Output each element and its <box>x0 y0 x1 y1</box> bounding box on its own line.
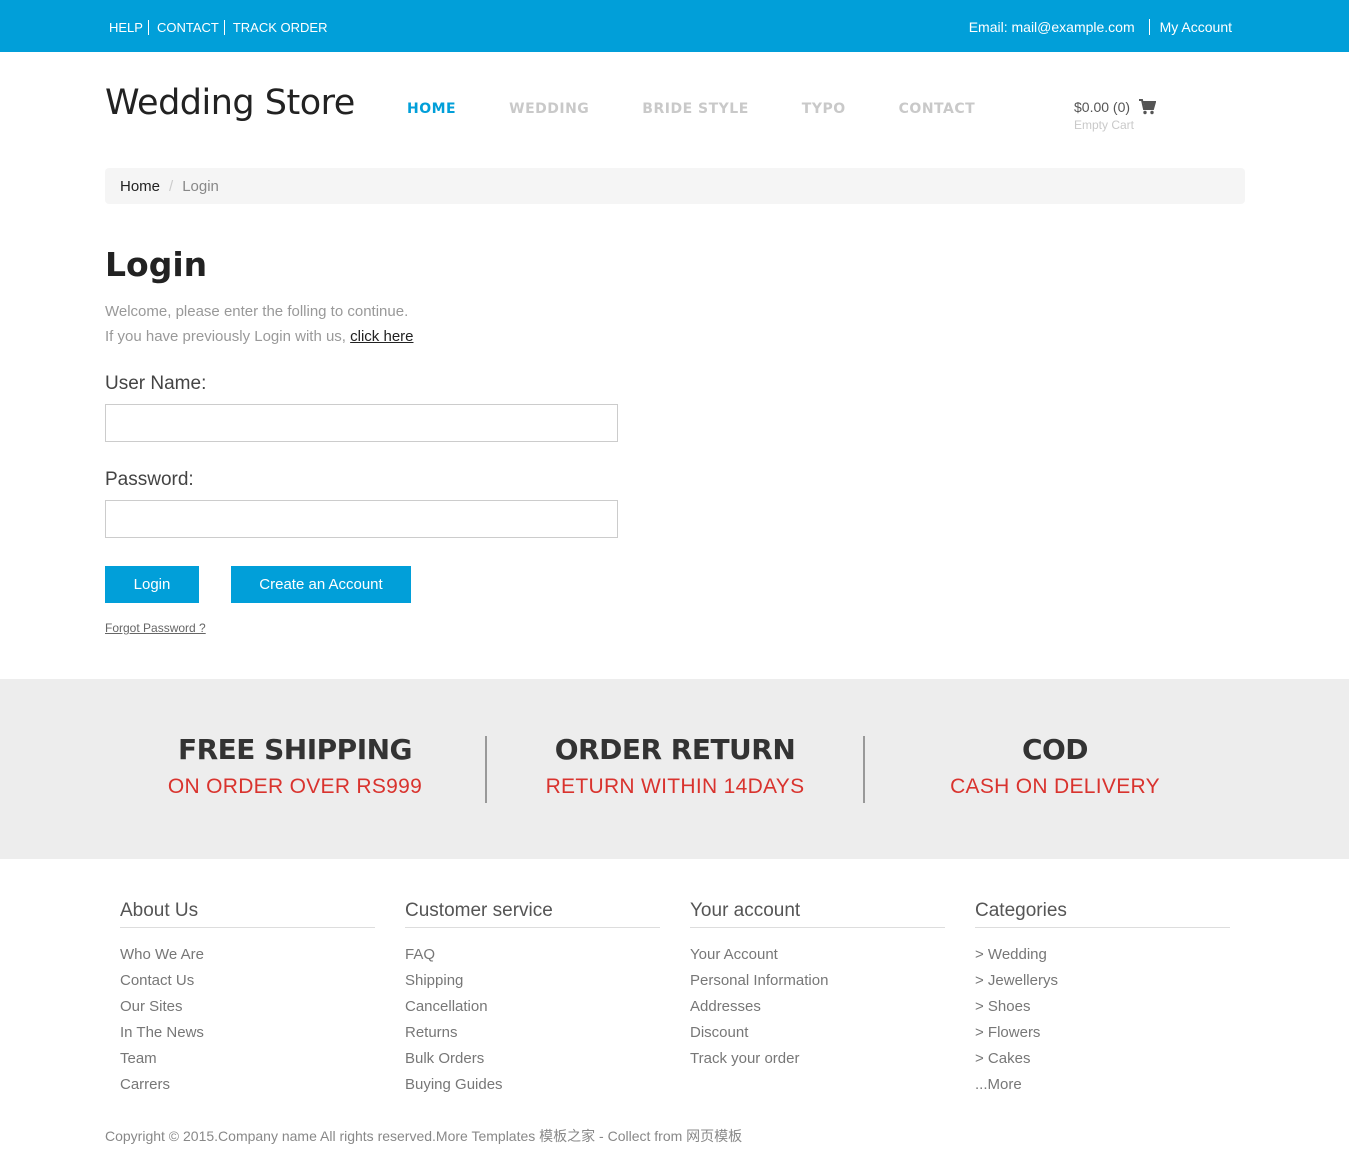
feature-title: FREE SHIPPING <box>177 733 413 766</box>
footer-link[interactable]: Who We Are <box>120 945 375 971</box>
cart-amount: $0.00 (0) <box>1074 99 1131 115</box>
footer-link[interactable]: In The News <box>120 1023 375 1049</box>
footer-link[interactable]: > Jewellerys <box>975 971 1230 997</box>
footer-link[interactable]: Contact Us <box>120 971 375 997</box>
feature-subtitle: ON ORDER OVER RS999 <box>167 775 423 798</box>
footer-about-us: About Us Who We Are Contact Us Our Sites… <box>120 900 375 1101</box>
footer-link[interactable]: Cancellation <box>405 997 660 1023</box>
copyright: Copyright © 2015.Company name All rights… <box>105 1128 743 1144</box>
footer-link[interactable]: > Flowers <box>975 1023 1230 1049</box>
breadcrumb: Home / Login <box>105 168 1245 204</box>
login-button[interactable]: Login <box>105 566 199 603</box>
feature-title: COD <box>1021 733 1089 766</box>
top-bar: HELP CONTACT TRACK ORDER Email: mail@exa… <box>0 0 1349 52</box>
username-field[interactable] <box>105 404 618 442</box>
page-title: Login <box>105 245 208 284</box>
features-band: FREE SHIPPING ON ORDER OVER RS999 ORDER … <box>0 679 1349 859</box>
breadcrumb-home[interactable]: Home <box>120 178 160 195</box>
footer-link[interactable]: Personal Information <box>690 971 945 997</box>
breadcrumb-divider: / <box>169 177 174 195</box>
footer-your-account: Your account Your Account Personal Infor… <box>690 900 945 1075</box>
footer-link[interactable]: FAQ <box>405 945 660 971</box>
my-account-link[interactable]: My Account <box>1160 19 1232 35</box>
footer-link[interactable]: Addresses <box>690 997 945 1023</box>
welcome-line: Welcome, please enter the folling to con… <box>105 303 409 320</box>
footer-link[interactable]: Shipping <box>405 971 660 997</box>
nav-typo[interactable]: TYPO <box>802 101 846 117</box>
cart-status: Empty Cart <box>1074 118 1135 132</box>
breadcrumb-current: Login <box>182 177 219 195</box>
welcome-text: Welcome, please enter the folling to con… <box>105 299 414 349</box>
footer-link[interactable]: Carrers <box>120 1075 375 1101</box>
footer-link[interactable]: Team <box>120 1049 375 1075</box>
top-links: HELP CONTACT TRACK ORDER <box>109 20 327 35</box>
password-field[interactable] <box>105 500 618 538</box>
welcome-line-text: If you have previously Login with us, <box>105 328 346 345</box>
nav-home[interactable]: HOME <box>407 101 456 117</box>
contact-link[interactable]: CONTACT <box>157 20 219 35</box>
top-right-links: Email: mail@example.com My Account <box>969 19 1232 35</box>
feature-free-shipping: FREE SHIPPING ON ORDER OVER RS999 <box>145 733 445 799</box>
nav-contact[interactable]: CONTACT <box>899 101 976 117</box>
divider <box>147 20 149 35</box>
footer-link[interactable]: Your Account <box>690 945 945 971</box>
cart-summary[interactable]: $0.00 (0) Empty Cart <box>1074 99 1157 132</box>
click-here-link[interactable]: click here <box>350 328 413 345</box>
footer-link[interactable]: Returns <box>405 1023 660 1049</box>
welcome-line-2: If you have previously Login with us, cl… <box>105 324 414 349</box>
forgot-password-link[interactable]: Forgot Password ? <box>105 621 206 635</box>
footer-heading: Categories <box>975 900 1230 928</box>
feature-order-return: ORDER RETURN RETURN WITHIN 14DAYS <box>525 733 825 799</box>
divider <box>1148 19 1150 35</box>
footer-link[interactable]: > Shoes <box>975 997 1230 1023</box>
feature-subtitle: CASH ON DELIVERY <box>950 775 1160 798</box>
create-account-button[interactable]: Create an Account <box>231 566 411 603</box>
feature-title: ORDER RETURN <box>554 733 796 766</box>
footer-link[interactable]: Track your order <box>690 1049 945 1075</box>
main-nav: HOME WEDDING BRIDE STYLE TYPO CONTACT <box>407 101 1028 117</box>
email-link[interactable]: Email: mail@example.com <box>969 19 1135 35</box>
footer-link[interactable]: Our Sites <box>120 997 375 1023</box>
shopping-cart-icon[interactable] <box>1139 99 1157 115</box>
nav-wedding[interactable]: WEDDING <box>509 101 589 117</box>
footer-heading: Your account <box>690 900 945 928</box>
footer-link[interactable]: > Wedding <box>975 945 1230 971</box>
divider <box>863 736 865 803</box>
nav-bride-style[interactable]: BRIDE STYLE <box>642 101 748 117</box>
site-logo[interactable]: Wedding Store <box>105 83 355 123</box>
footer-heading: Customer service <box>405 900 660 928</box>
footer-heading: About Us <box>120 900 375 928</box>
divider <box>223 20 225 35</box>
footer-link[interactable]: > Cakes <box>975 1049 1230 1075</box>
footer-link[interactable]: Buying Guides <box>405 1075 660 1101</box>
footer-link[interactable]: ...More <box>975 1075 1230 1101</box>
feature-subtitle: RETURN WITHIN 14DAYS <box>545 775 805 798</box>
footer-link[interactable]: Discount <box>690 1023 945 1049</box>
help-link[interactable]: HELP <box>109 20 143 35</box>
footer-customer-service: Customer service FAQ Shipping Cancellati… <box>405 900 660 1101</box>
divider <box>485 736 487 803</box>
feature-cod: COD CASH ON DELIVERY <box>905 733 1205 799</box>
footer-link[interactable]: Bulk Orders <box>405 1049 660 1075</box>
footer-categories: Categories > Wedding > Jewellerys > Shoe… <box>975 900 1230 1101</box>
track-order-link[interactable]: TRACK ORDER <box>233 20 328 35</box>
password-label: Password: <box>105 469 194 490</box>
username-label: User Name: <box>105 373 207 394</box>
